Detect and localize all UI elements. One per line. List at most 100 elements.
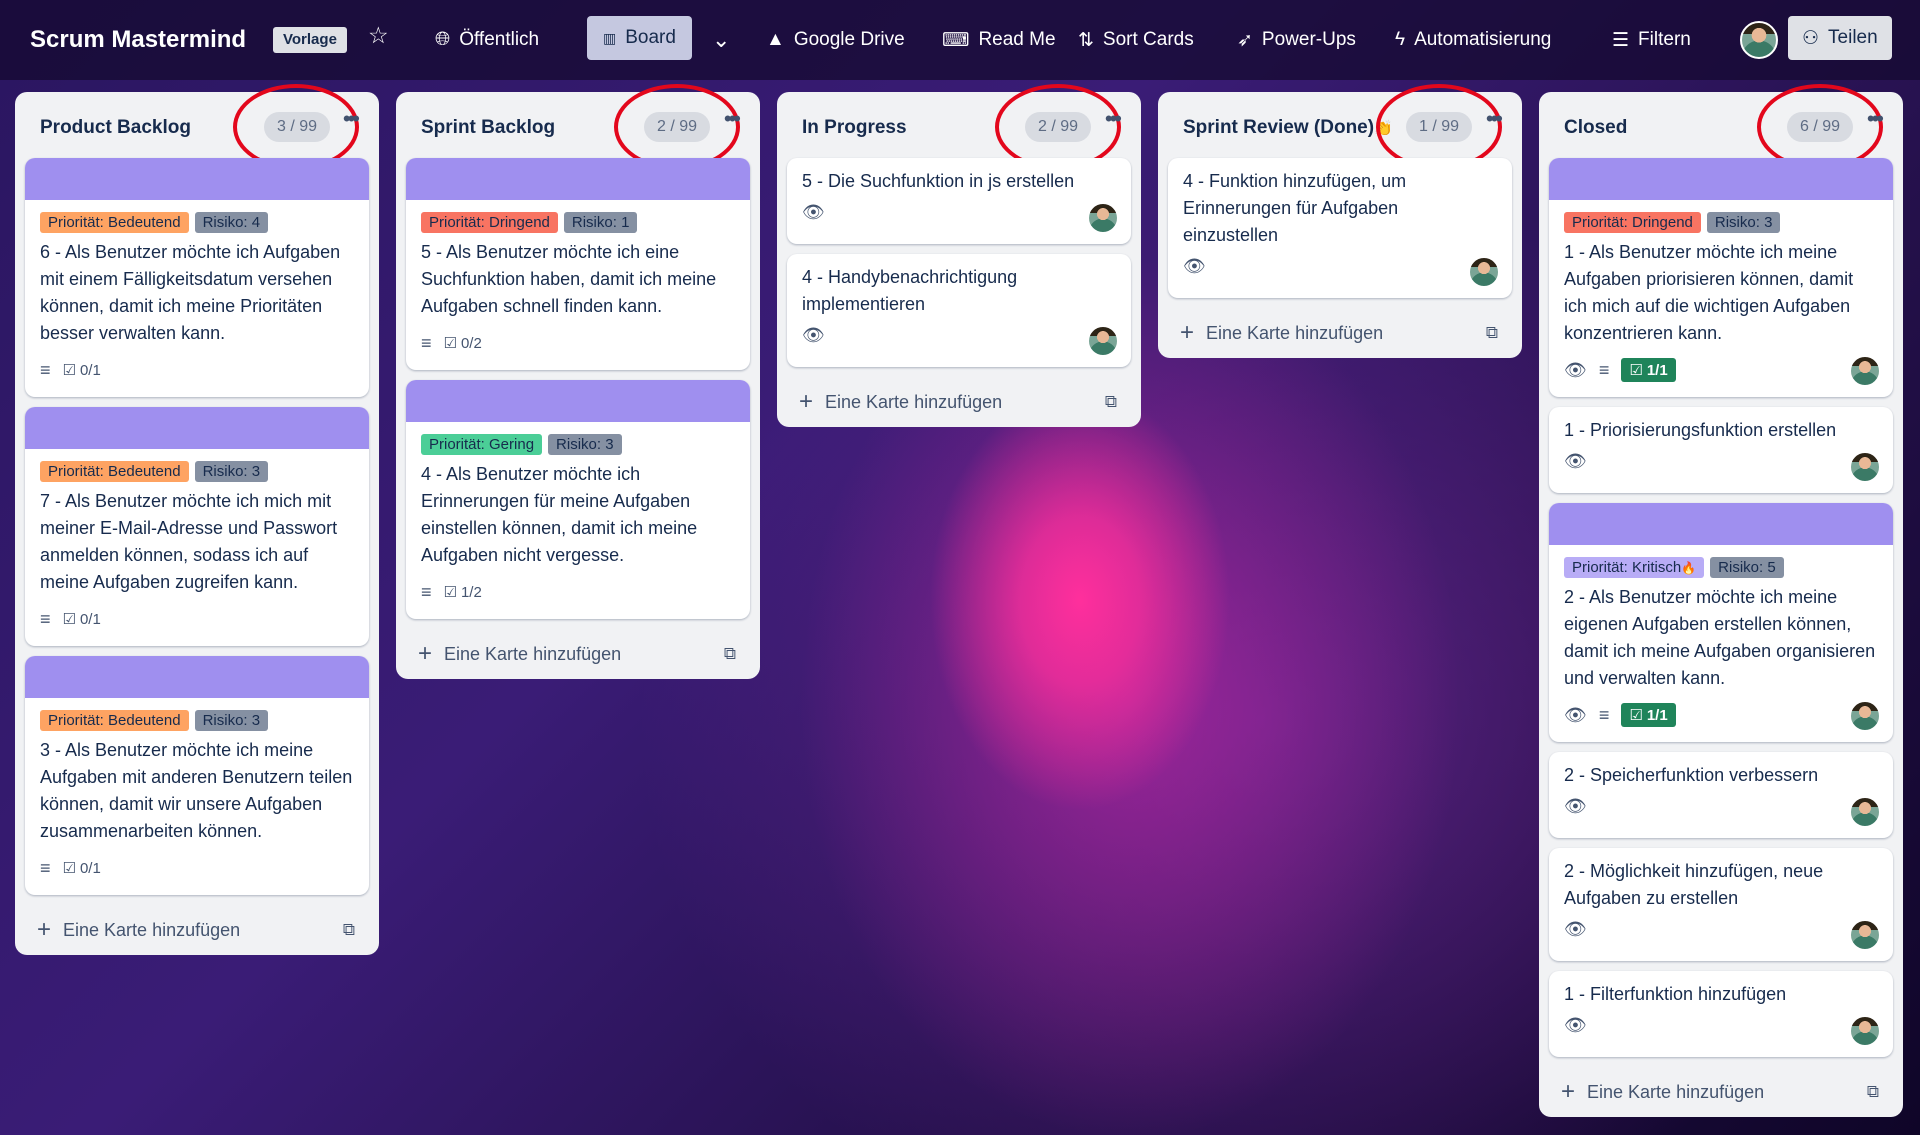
card[interactable]: 2 - Möglichkeit hinzufügen, neue Aufgabe… bbox=[1549, 848, 1893, 961]
card-member-avatar[interactable] bbox=[1849, 700, 1881, 732]
priority-label[interactable]: Priorität: Bedeutend bbox=[40, 461, 189, 482]
list-closed: Closed 6 / 99 ••• Priorität: Dringend Ris… bbox=[1539, 84, 1903, 1117]
card[interactable]: 4 - Funktion hinzufügen, um Erinnerungen… bbox=[1168, 158, 1512, 298]
card-count-badge: 1 / 99 bbox=[1406, 112, 1473, 142]
add-card-button[interactable]: + Eine Karte hinzufügen ⧉ bbox=[406, 629, 750, 679]
card[interactable]: Priorität: Bedeutend Risiko: 3 3 - Als Be… bbox=[25, 656, 369, 895]
card-cover bbox=[25, 407, 369, 449]
list-title[interactable]: Sprint Review (Done)👏 bbox=[1183, 117, 1393, 139]
card-member-avatar[interactable] bbox=[1849, 1015, 1881, 1047]
list-title[interactable]: Sprint Backlog bbox=[421, 117, 555, 139]
sort-cards-button[interactable]: ⇅ Sort Cards bbox=[1078, 18, 1194, 62]
board-view-button[interactable]: ▥ Board bbox=[587, 16, 692, 60]
card-count-badge: 2 / 99 bbox=[644, 112, 711, 142]
create-from-template-icon[interactable]: ⧉ bbox=[1486, 323, 1498, 343]
priority-label[interactable]: Priorität: Dringend bbox=[421, 212, 558, 233]
checkbox-icon: ☑ bbox=[62, 611, 76, 628]
checkbox-icon: ☑ bbox=[62, 860, 76, 877]
list-menu-icon[interactable]: ••• bbox=[724, 106, 741, 132]
board-title[interactable]: Scrum Mastermind bbox=[30, 26, 246, 54]
description-icon: ≡ bbox=[421, 581, 432, 602]
automation-button[interactable]: ϟ Automatisierung bbox=[1395, 18, 1551, 62]
card-title: 4 - Funktion hinzufügen, um Erinnerungen… bbox=[1183, 171, 1407, 245]
card-member-avatar[interactable] bbox=[1849, 451, 1881, 483]
risk-label[interactable]: Risiko: 5 bbox=[1710, 557, 1784, 578]
power-ups-button[interactable]: ➶ Power-Ups bbox=[1237, 18, 1356, 62]
card[interactable]: 2 - Speicherfunktion verbessern 👁︎ bbox=[1549, 752, 1893, 838]
template-badge: Vorlage bbox=[273, 27, 347, 53]
list-menu-icon[interactable]: ••• bbox=[1105, 106, 1122, 132]
create-from-template-icon[interactable]: ⧉ bbox=[724, 644, 736, 664]
risk-label[interactable]: Risiko: 3 bbox=[548, 434, 622, 455]
list-header: Product Backlog 3 / 99 ••• bbox=[25, 84, 369, 170]
card-title: 1 - Filterfunktion hinzufügen bbox=[1564, 984, 1787, 1004]
eye-icon: 👁︎ bbox=[1564, 704, 1587, 725]
checkbox-icon: ☑ bbox=[62, 362, 76, 379]
create-from-template-icon[interactable]: ⧉ bbox=[1867, 1082, 1879, 1102]
priority-label[interactable]: Priorität: Dringend bbox=[1564, 212, 1701, 233]
card-title: 2 - Möglichkeit hinzufügen, neue Aufgabe… bbox=[1564, 861, 1824, 908]
priority-label[interactable]: Priorität: Gering bbox=[421, 434, 543, 455]
card-member-avatar[interactable] bbox=[1087, 202, 1119, 234]
priority-label[interactable]: Priorität: Kritisch🔥 bbox=[1564, 557, 1705, 578]
risk-label[interactable]: Risiko: 3 bbox=[1706, 212, 1781, 233]
card[interactable]: 5 - Die Suchfunktion in js erstellen 👁︎ bbox=[787, 158, 1131, 244]
board-header: Scrum Mastermind Vorlage ☆ 🌐︎ Öffentlich … bbox=[0, 0, 1920, 80]
visibility-button[interactable]: 🌐︎ Öffentlich bbox=[435, 18, 539, 62]
description-icon: ≡ bbox=[1598, 359, 1610, 380]
eye-icon: 👁︎ bbox=[1564, 1014, 1587, 1035]
card-member-avatar[interactable] bbox=[1468, 256, 1500, 288]
star-icon[interactable]: ☆ bbox=[368, 22, 389, 49]
card-member-avatar[interactable] bbox=[1849, 796, 1881, 828]
lightning-icon: ϟ bbox=[1395, 29, 1406, 50]
card[interactable]: 4 - Handybenachrichtigung implementieren… bbox=[787, 254, 1131, 367]
risk-label[interactable]: Risiko: 3 bbox=[194, 710, 269, 731]
read-me-button[interactable]: ⌨ Read Me bbox=[942, 18, 1056, 62]
card[interactable]: Priorität: Bedeutend Risiko: 4 6 - Als Be… bbox=[25, 158, 369, 397]
card[interactable]: Priorität: Gering Risiko: 3 4 - Als Benut… bbox=[406, 380, 750, 619]
list-title[interactable]: Product Backlog bbox=[40, 117, 191, 139]
card-title: 1 - Priorisierungsfunktion erstellen bbox=[1564, 420, 1837, 440]
view-switcher-chevron-icon[interactable]: ⌄ bbox=[712, 18, 730, 62]
member-avatar[interactable] bbox=[1740, 18, 1778, 62]
risk-label[interactable]: Risiko: 3 bbox=[194, 461, 269, 482]
card[interactable]: Priorität: Dringend Risiko: 1 5 - Als Ben… bbox=[406, 158, 750, 370]
risk-label[interactable]: Risiko: 1 bbox=[563, 212, 638, 233]
filter-button[interactable]: ☰ Filtern bbox=[1612, 18, 1691, 62]
card[interactable]: 1 - Filterfunktion hinzufügen 👁︎ bbox=[1549, 971, 1893, 1057]
checkbox-icon: ☑ bbox=[443, 335, 457, 352]
add-card-button[interactable]: + Eine Karte hinzufügen ⧉ bbox=[787, 377, 1131, 427]
card[interactable]: Priorität: Bedeutend Risiko: 3 7 - Als Be… bbox=[25, 407, 369, 646]
create-from-template-icon[interactable]: ⧉ bbox=[1105, 392, 1117, 412]
google-drive-button[interactable]: ▲ Google Drive bbox=[766, 18, 905, 62]
checkbox-icon: ☑ bbox=[443, 584, 457, 601]
checklist-badge: ☑ 1/1 bbox=[1621, 358, 1676, 382]
card-member-avatar[interactable] bbox=[1849, 355, 1881, 387]
card[interactable]: Priorität: Dringend Risiko: 3 1 - Als Ben… bbox=[1549, 158, 1893, 397]
list-menu-icon[interactable]: ••• bbox=[1867, 106, 1884, 132]
card[interactable]: Priorität: Kritisch🔥 Risiko: 5 2 - Als Be… bbox=[1549, 503, 1893, 742]
list-title[interactable]: Closed bbox=[1564, 117, 1627, 139]
card-cover bbox=[25, 158, 369, 200]
list-header: In Progress 2 / 99 ••• bbox=[787, 84, 1131, 170]
card-member-avatar[interactable] bbox=[1849, 919, 1881, 951]
priority-label[interactable]: Priorität: Bedeutend bbox=[40, 212, 189, 233]
risk-label[interactable]: Risiko: 4 bbox=[194, 212, 269, 233]
card-member-avatar[interactable] bbox=[1087, 325, 1119, 357]
card[interactable]: 1 - Priorisierungsfunktion erstellen 👁︎ bbox=[1549, 407, 1893, 493]
list-menu-icon[interactable]: ••• bbox=[1486, 106, 1503, 132]
card-title: 7 - Als Benutzer möchte ich mich mit mei… bbox=[40, 491, 338, 592]
description-icon: ≡ bbox=[40, 857, 51, 878]
add-card-button[interactable]: + Eine Karte hinzufügen ⧉ bbox=[25, 905, 369, 955]
list-title[interactable]: In Progress bbox=[802, 117, 907, 139]
create-from-template-icon[interactable]: ⧉ bbox=[343, 920, 355, 940]
list-sprint-review: Sprint Review (Done)👏 1 / 99 ••• 4 - Fun… bbox=[1158, 84, 1522, 358]
list-menu-icon[interactable]: ••• bbox=[343, 106, 360, 132]
plus-icon: + bbox=[37, 916, 52, 943]
eye-icon: 👁︎ bbox=[802, 324, 825, 345]
share-button[interactable]: ⚇ Teilen bbox=[1788, 16, 1892, 60]
priority-label[interactable]: Priorität: Bedeutend bbox=[40, 710, 189, 731]
add-card-button[interactable]: + Eine Karte hinzufügen ⧉ bbox=[1549, 1067, 1893, 1117]
globe-icon: 🌐︎ bbox=[435, 29, 451, 50]
add-card-button[interactable]: + Eine Karte hinzufügen ⧉ bbox=[1168, 308, 1512, 358]
